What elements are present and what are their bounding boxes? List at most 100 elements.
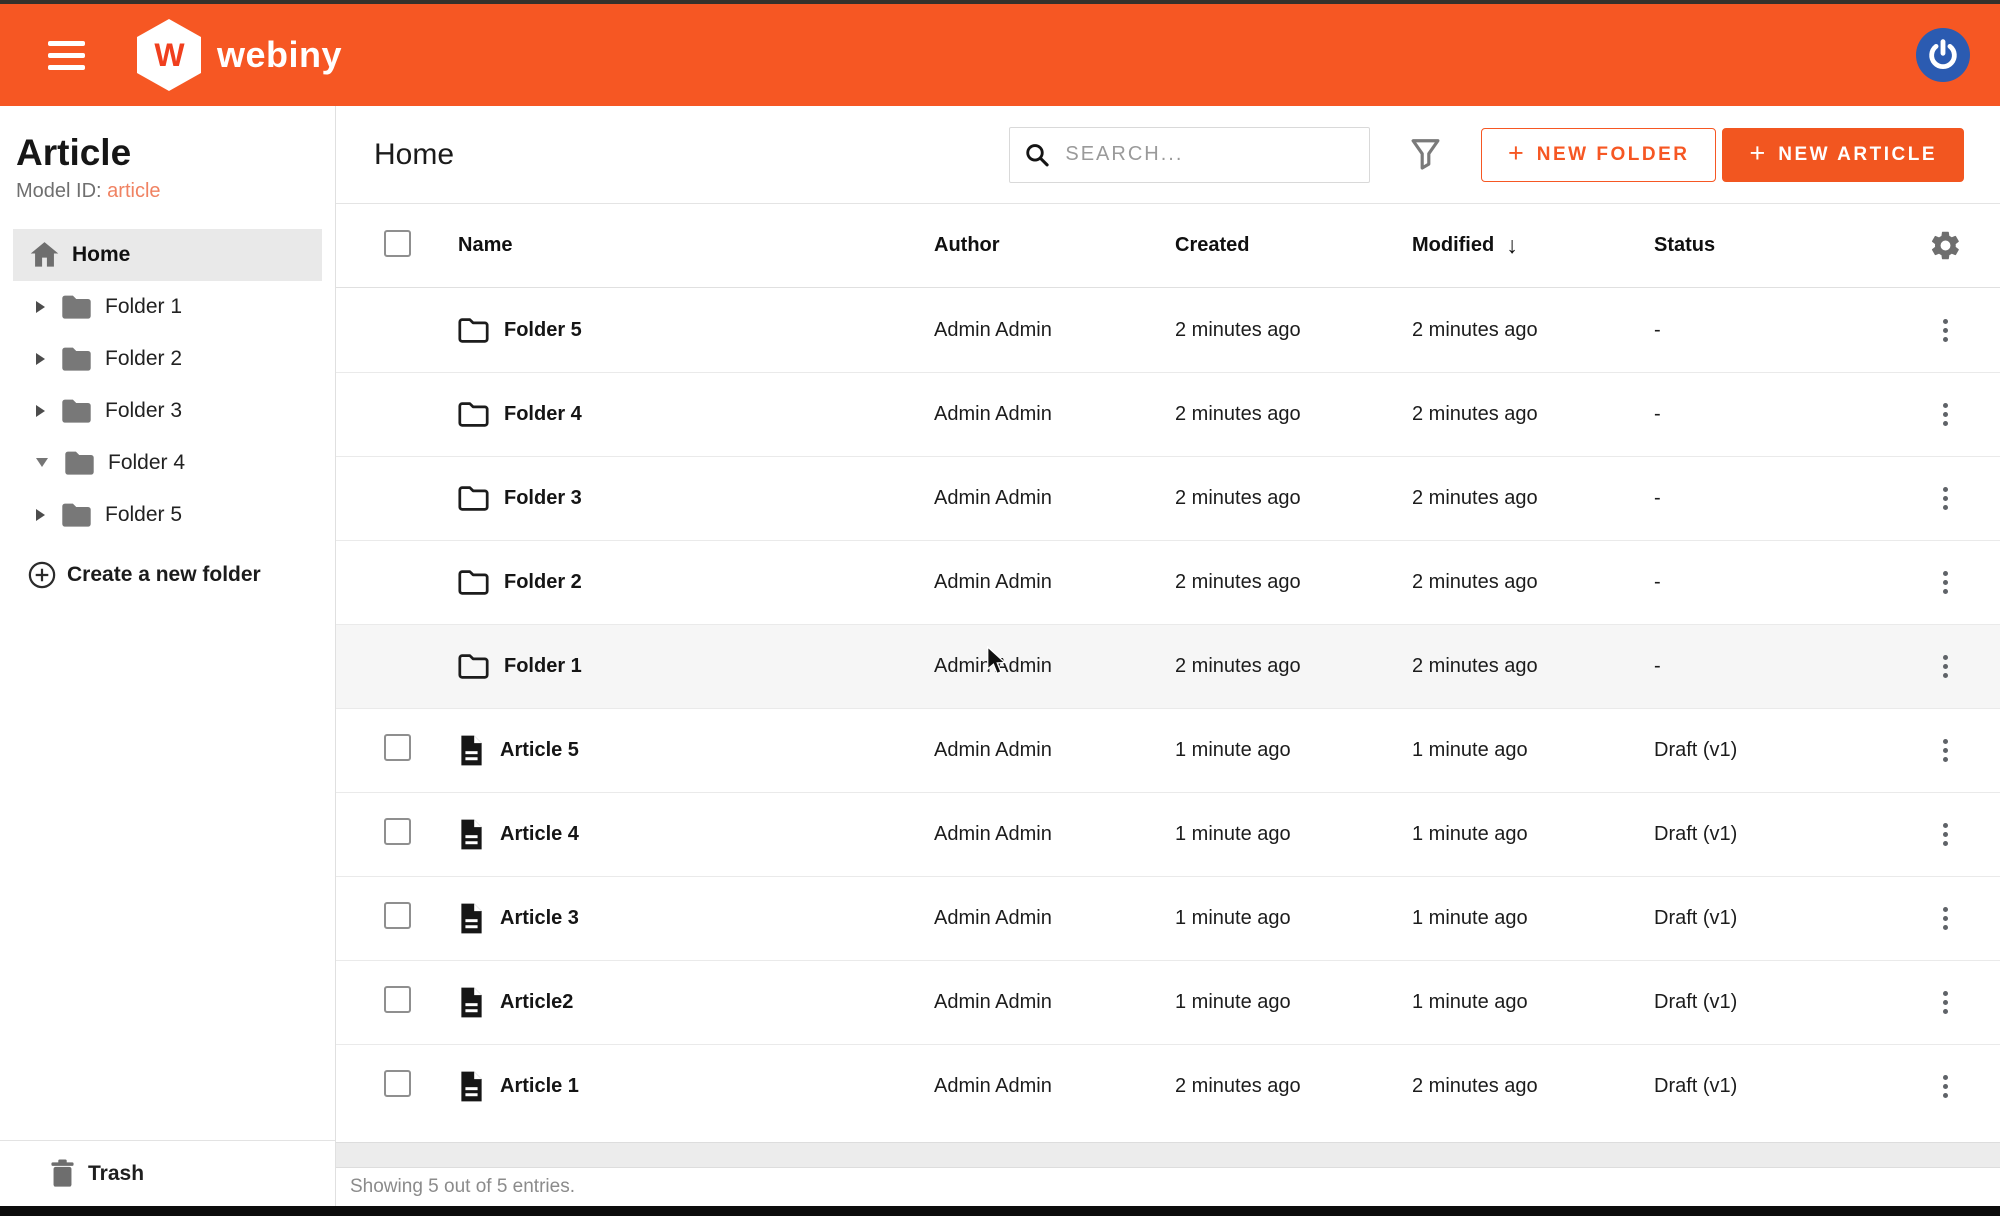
model-id: Model ID: article [16, 180, 319, 203]
filter-funnel-icon [1410, 138, 1441, 171]
column-header-author[interactable]: Author [934, 234, 1175, 257]
topbar: W webiny [0, 4, 2000, 106]
document-icon [458, 986, 485, 1019]
row-modified: 1 minute ago [1412, 907, 1654, 930]
chevron-down-icon[interactable] [36, 458, 48, 467]
chevron-right-icon[interactable] [36, 509, 45, 521]
row-status: - [1654, 571, 1890, 594]
column-header-modified[interactable]: Modified ↓ [1412, 232, 1654, 259]
row-menu-button[interactable] [1935, 731, 1956, 770]
row-created: 2 minutes ago [1175, 403, 1412, 426]
row-name-link[interactable]: Article 4 [500, 823, 579, 846]
sidebar-item-folder[interactable]: Folder 1 [0, 281, 335, 333]
trash-button[interactable]: Trash [0, 1140, 335, 1206]
row-menu-button[interactable] [1935, 563, 1956, 602]
row-author: Admin Admin [934, 823, 1175, 846]
row-menu-button[interactable] [1935, 479, 1956, 518]
menu-hamburger-button[interactable] [42, 33, 91, 78]
table-row[interactable]: Article2 Admin Admin 1 minute ago 1 minu… [336, 960, 2000, 1044]
folder-icon [64, 450, 95, 476]
row-author: Admin Admin [934, 1075, 1175, 1098]
table-row[interactable]: Folder 3 Admin Admin 2 minutes ago 2 min… [336, 456, 2000, 540]
table-row[interactable]: Folder 4 Admin Admin 2 minutes ago 2 min… [336, 372, 2000, 456]
row-name-link[interactable]: Article 5 [500, 739, 579, 762]
row-menu-button[interactable] [1935, 311, 1956, 350]
table-row[interactable]: Folder 2 Admin Admin 2 minutes ago 2 min… [336, 540, 2000, 624]
chevron-right-icon[interactable] [36, 353, 45, 365]
new-folder-button[interactable]: + NEW FOLDER [1481, 128, 1717, 182]
row-menu-button[interactable] [1935, 815, 1956, 854]
gear-icon [1929, 229, 1962, 262]
trash-icon [50, 1159, 75, 1188]
row-menu-button[interactable] [1935, 983, 1956, 1022]
column-header-created[interactable]: Created [1175, 234, 1412, 257]
sidebar-item-folder[interactable]: Folder 4 [0, 437, 335, 489]
entries-count-text: Showing 5 out of 5 entries. [350, 1176, 575, 1198]
row-created: 2 minutes ago [1175, 487, 1412, 510]
table-row[interactable]: Article 5 Admin Admin 1 minute ago 1 min… [336, 708, 2000, 792]
row-name-link[interactable]: Folder 1 [504, 655, 582, 678]
search-input[interactable] [1063, 142, 1355, 167]
row-checkbox[interactable] [384, 734, 411, 761]
breadcrumb-title: Home [374, 138, 454, 172]
table-row[interactable]: Article 3 Admin Admin 1 minute ago 1 min… [336, 876, 2000, 960]
row-name-link[interactable]: Folder 2 [504, 571, 582, 594]
model-id-value: article [107, 180, 160, 202]
new-article-button[interactable]: + NEW ARTICLE [1722, 128, 1964, 182]
sidebar-item-folder[interactable]: Folder 2 [0, 333, 335, 385]
table-row[interactable]: Folder 1 Admin Admin 2 minutes ago 2 min… [336, 624, 2000, 708]
folder-icon [458, 401, 489, 428]
table-row[interactable]: Folder 5 Admin Admin 2 minutes ago 2 min… [336, 288, 2000, 372]
row-menu-button[interactable] [1935, 1067, 1956, 1106]
chevron-right-icon[interactable] [36, 301, 45, 313]
row-name-link[interactable]: Article2 [500, 991, 573, 1014]
sort-desc-icon: ↓ [1506, 232, 1518, 259]
row-name-link[interactable]: Folder 5 [504, 319, 582, 342]
create-folder-button[interactable]: Create a new folder [0, 549, 335, 601]
row-modified: 2 minutes ago [1412, 319, 1654, 342]
horizontal-scrollbar[interactable] [336, 1142, 2000, 1168]
row-checkbox[interactable] [384, 902, 411, 929]
column-header-status[interactable]: Status [1654, 234, 1890, 257]
table-settings-button[interactable] [1927, 227, 1964, 264]
filter-button[interactable] [1406, 134, 1445, 175]
row-menu-button[interactable] [1935, 647, 1956, 686]
document-icon [458, 818, 485, 851]
select-all-checkbox[interactable] [384, 230, 411, 257]
row-name-link[interactable]: Folder 4 [504, 403, 582, 426]
row-name-link[interactable]: Folder 3 [504, 487, 582, 510]
app-window: W webiny Article Model ID: article [0, 0, 2000, 1216]
table-row[interactable]: Article 4 Admin Admin 1 minute ago 1 min… [336, 792, 2000, 876]
webiny-logo[interactable]: W webiny [137, 19, 342, 91]
user-avatar-button[interactable] [1916, 28, 1970, 82]
sidebar-item-home[interactable]: Home [13, 229, 322, 281]
create-folder-label: Create a new folder [67, 563, 261, 587]
row-name-link[interactable]: Article 1 [500, 1075, 579, 1098]
chevron-right-icon[interactable] [36, 405, 45, 417]
row-modified: 2 minutes ago [1412, 1075, 1654, 1098]
new-article-label: NEW ARTICLE [1778, 144, 1937, 166]
row-author: Admin Admin [934, 487, 1175, 510]
sidebar-item-folder[interactable]: Folder 3 [0, 385, 335, 437]
document-icon [458, 902, 485, 935]
document-icon [458, 1070, 485, 1103]
row-name-link[interactable]: Article 3 [500, 907, 579, 930]
plus-icon: + [1508, 140, 1524, 167]
column-header-name[interactable]: Name [458, 234, 934, 257]
row-checkbox[interactable] [384, 986, 411, 1013]
row-menu-button[interactable] [1935, 395, 1956, 434]
row-checkbox[interactable] [384, 818, 411, 845]
sidebar-item-folder[interactable]: Folder 5 [0, 489, 335, 541]
row-status: Draft (v1) [1654, 907, 1890, 930]
table-row[interactable]: Article 1 Admin Admin 2 minutes ago 2 mi… [336, 1044, 2000, 1128]
model-title: Article [16, 132, 319, 175]
row-created: 2 minutes ago [1175, 571, 1412, 594]
row-modified: 2 minutes ago [1412, 571, 1654, 594]
row-checkbox[interactable] [384, 1070, 411, 1097]
row-status: - [1654, 403, 1890, 426]
row-menu-button[interactable] [1935, 899, 1956, 938]
row-created: 2 minutes ago [1175, 1075, 1412, 1098]
main-content: Home + NEW FOLDER [336, 106, 2000, 1206]
row-modified: 2 minutes ago [1412, 655, 1654, 678]
folder-icon [458, 317, 489, 344]
